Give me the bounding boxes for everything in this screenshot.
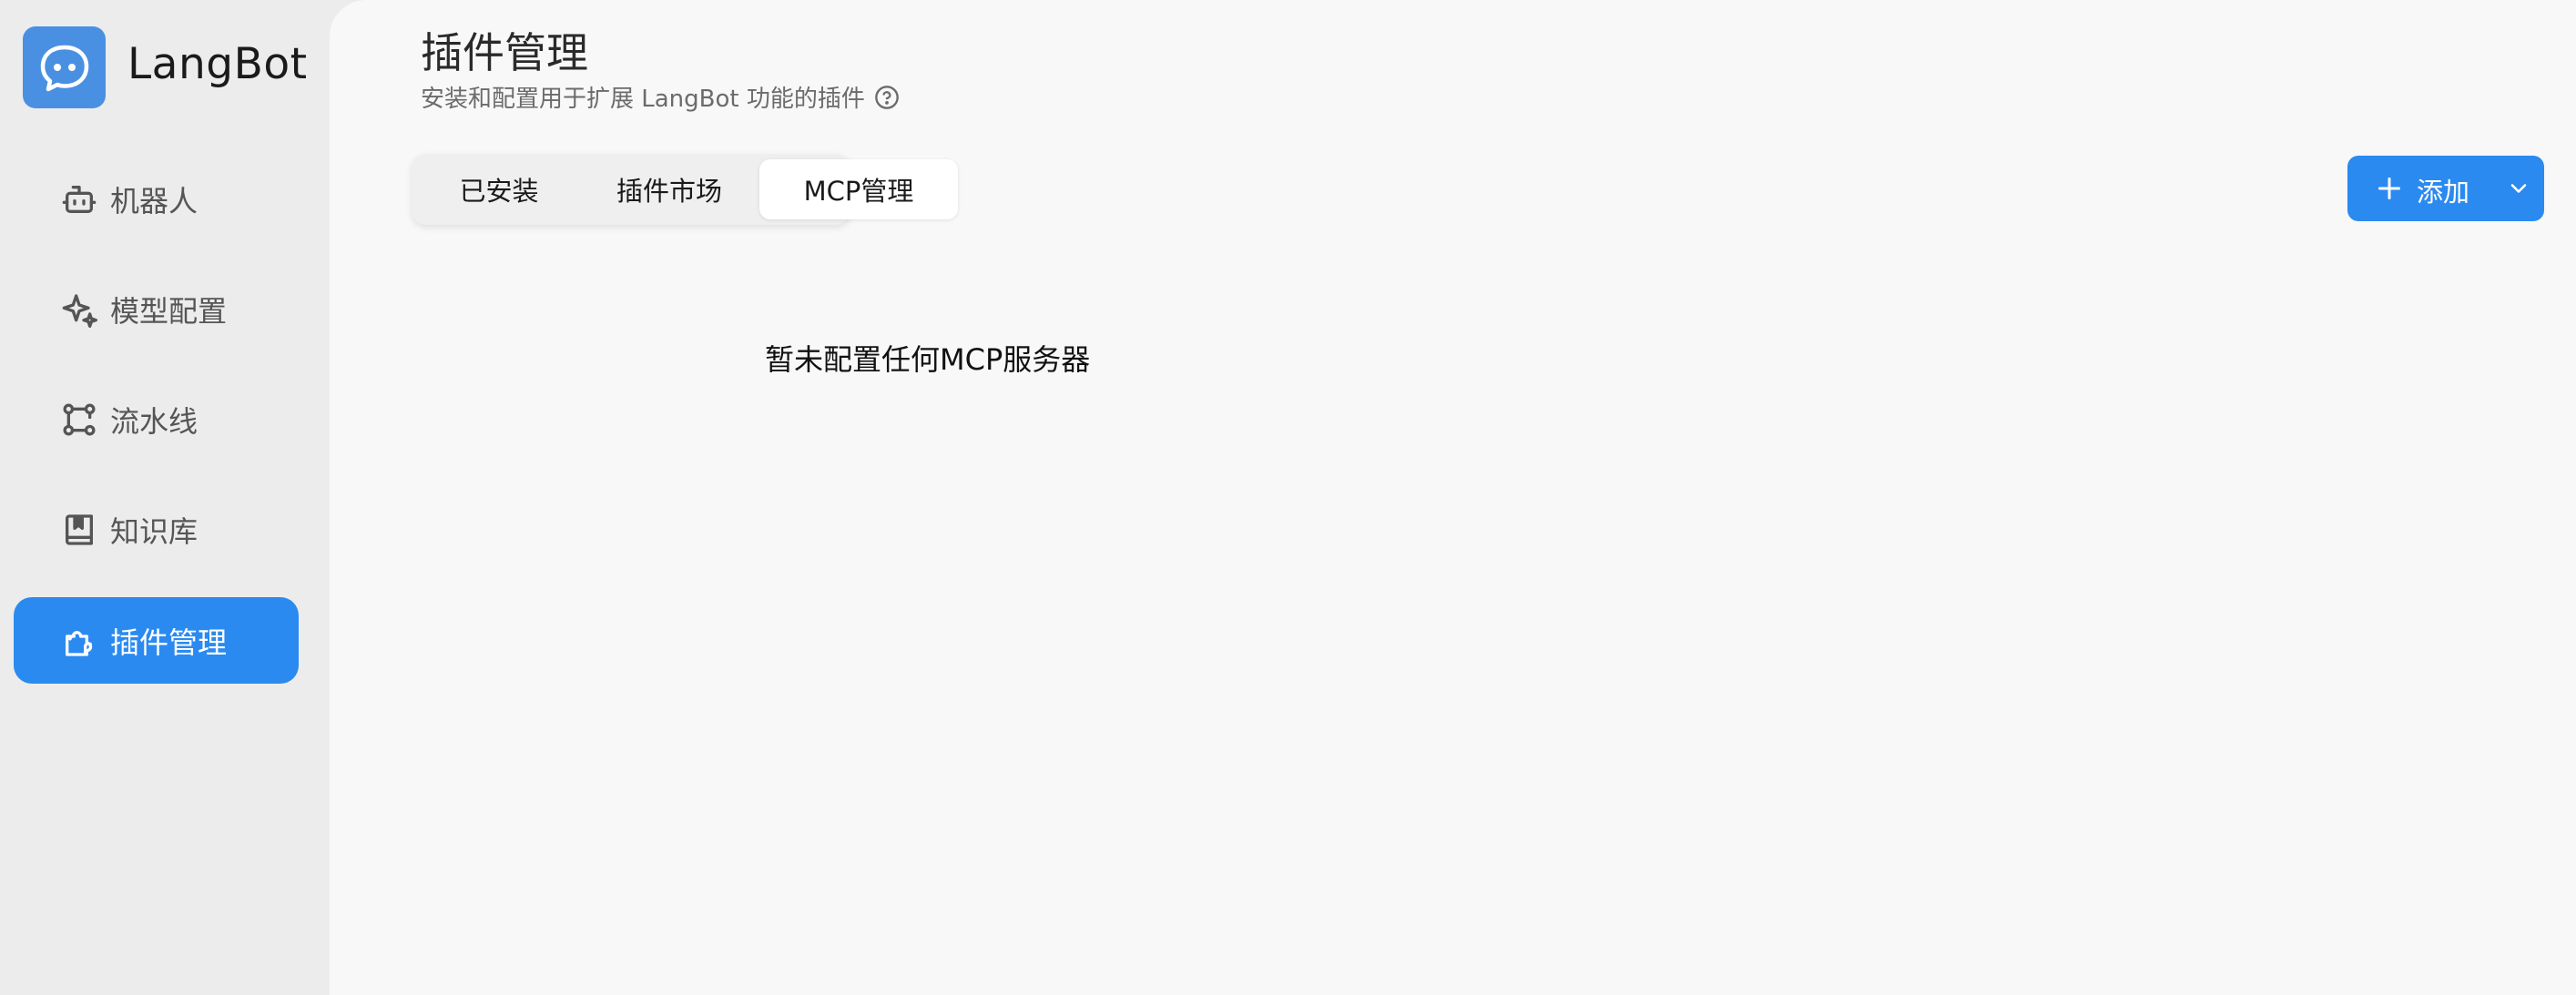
help-icon[interactable] xyxy=(874,85,900,110)
sidebar-item-bots[interactable]: 机器人 xyxy=(14,156,299,242)
sidebar-item-label: 机器人 xyxy=(110,183,199,218)
sidebar-item-knowledge[interactable]: 知识库 xyxy=(14,486,299,573)
add-button-label: 添加 xyxy=(2417,177,2470,208)
plus-icon xyxy=(2373,172,2406,205)
main-content: 插件管理 安装和配置用于扩展 LangBot 功能的插件 已安装 插件市场 MC… xyxy=(330,0,2576,995)
page-subtitle: 安装和配置用于扩展 LangBot 功能的插件 xyxy=(421,80,900,114)
sidebar-item-plugins[interactable]: 插件管理 xyxy=(14,597,299,684)
sidebar-item-models[interactable]: 模型配置 xyxy=(14,266,299,352)
bot-icon xyxy=(61,181,97,218)
page-subtitle-text: 安装和配置用于扩展 LangBot 功能的插件 xyxy=(421,86,865,113)
langbot-logo-icon[interactable] xyxy=(23,26,106,108)
puzzle-icon xyxy=(61,623,97,659)
add-button[interactable]: 添加 xyxy=(2347,156,2544,221)
chevron-down-icon[interactable] xyxy=(2506,176,2531,201)
tab-installed[interactable]: 已安装 xyxy=(417,159,581,219)
tab-mcp-management[interactable]: MCP管理 xyxy=(759,159,958,219)
sidebar-item-label: 模型配置 xyxy=(110,293,228,329)
sparkles-icon xyxy=(61,291,97,328)
tab-plugin-market[interactable]: 插件市场 xyxy=(587,159,751,219)
empty-state-message: 暂未配置任何MCP服务器 xyxy=(765,342,1091,377)
book-icon xyxy=(61,512,97,548)
page-title: 插件管理 xyxy=(421,28,588,77)
workflow-icon xyxy=(61,401,97,438)
app-name: LangBot xyxy=(127,39,308,89)
sidebar-item-pipelines[interactable]: 流水线 xyxy=(14,376,299,462)
sidebar: LangBot 机器人 模型配置 流水线 知识库 插件管理 xyxy=(0,0,330,995)
sidebar-item-label: 流水线 xyxy=(110,403,199,439)
sidebar-item-label: 知识库 xyxy=(110,513,199,549)
plugin-tabs: 已安装 插件市场 MCP管理 xyxy=(412,154,958,225)
sidebar-item-label: 插件管理 xyxy=(110,624,228,660)
